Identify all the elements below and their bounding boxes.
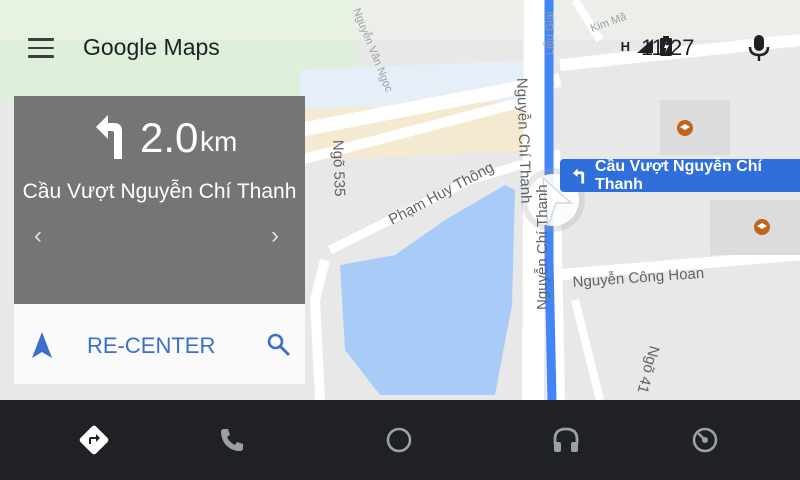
next-street-name: Cầu Vượt Nguyễn Chí Thanh [22,180,297,203]
poi-school-marker-1 [677,120,693,136]
menu-icon[interactable] [28,38,54,58]
label-ngo-535: Ngõ 535 [329,140,348,197]
compass-icon[interactable] [32,332,52,358]
route-street-chip[interactable]: Cầu Vượt Nguyễn Chí Thanh [560,157,800,193]
distance-unit: km [200,126,238,157]
poi-school-marker-2 [754,219,770,235]
route-chip-label: Cầu Vượt Nguyễn Chí Thanh [594,157,762,193]
next-step-button[interactable]: › [271,224,279,248]
exit-icon[interactable] [689,424,721,456]
turn-left-icon [96,115,122,159]
microphone-icon[interactable] [747,33,771,63]
map-actions-card: RE-CENTER [14,304,305,384]
turn-left-small-icon [572,168,585,183]
home-icon[interactable] [383,424,415,456]
app-title: Google Maps [83,34,220,60]
top-bar: Google Maps H 11:27 [0,0,800,96]
recenter-button[interactable]: RE-CENTER [87,333,215,359]
phone-icon[interactable] [216,424,248,456]
clock-time: 11:27 [641,35,695,60]
distance-value: 2.0 [140,114,199,161]
headphones-icon[interactable] [550,424,582,456]
navigation-icon[interactable] [78,424,110,456]
search-icon[interactable] [266,332,290,356]
navigation-instruction-card: ‹ 2.0 km › Cầu Vượt Nguyễn Chí Thanh [14,96,305,304]
label-nguyen-chi-thanh-2: Nguyễn Chí Thanh [534,184,551,310]
network-type-label: H [620,38,630,54]
previous-step-button[interactable]: ‹ [34,224,42,248]
bottom-navigation-bar [0,400,800,480]
